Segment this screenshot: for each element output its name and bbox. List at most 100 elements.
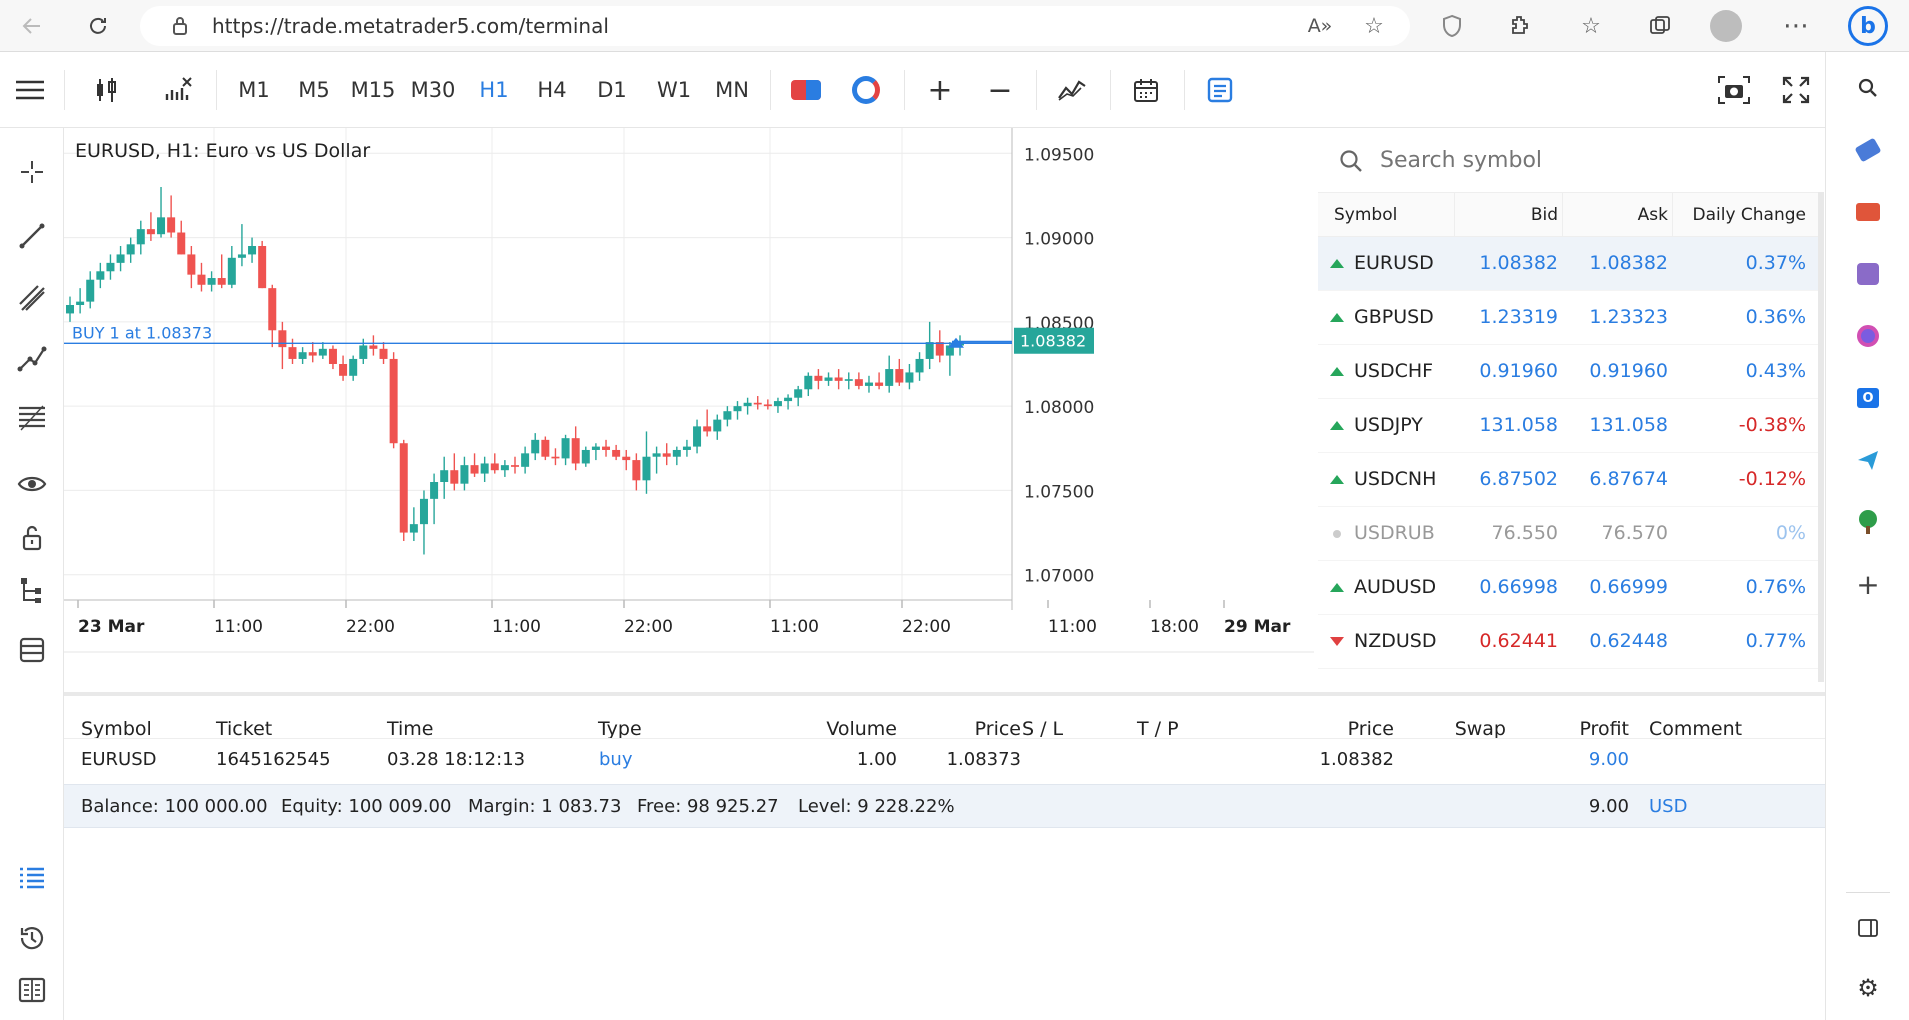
outlook-icon[interactable]: O xyxy=(1852,382,1884,414)
back-icon[interactable] xyxy=(16,10,48,42)
search-input[interactable] xyxy=(1380,142,1800,178)
read-aloud-icon[interactable]: A» xyxy=(1304,10,1336,42)
more-icon[interactable]: ⋯ xyxy=(1780,10,1812,42)
timeframe-d1[interactable]: D1 xyxy=(590,70,634,110)
collections-icon[interactable] xyxy=(1644,10,1676,42)
cell-ask: 76.570 xyxy=(1601,522,1668,544)
add-favorite-icon[interactable]: ☆ xyxy=(1358,10,1390,42)
office-icon[interactable] xyxy=(1852,320,1884,352)
header-ask[interactable]: Ask xyxy=(1638,205,1668,225)
market-watch-row[interactable]: USDJPY 131.058 131.058 -0.38% xyxy=(1318,399,1818,453)
one-click-trading-icon[interactable] xyxy=(784,70,828,110)
timeframe-h1[interactable]: H1 xyxy=(472,70,516,110)
zoom-out-button[interactable]: − xyxy=(978,70,1022,110)
timeframe-m1[interactable]: M1 xyxy=(232,70,276,110)
eye-icon[interactable] xyxy=(10,464,54,504)
market-watch-row[interactable]: USDCHF 0.91960 0.91960 0.43% xyxy=(1318,345,1818,399)
candle-body xyxy=(116,254,125,263)
menu-icon[interactable] xyxy=(8,70,52,110)
fibonacci-icon[interactable] xyxy=(10,398,54,438)
th-price[interactable]: Price xyxy=(975,718,1021,740)
history-icon[interactable] xyxy=(10,918,54,958)
timeframe-w1[interactable]: W1 xyxy=(652,70,696,110)
channel-icon[interactable] xyxy=(10,278,54,318)
fullscreen-icon[interactable] xyxy=(1774,70,1818,110)
th-tp[interactable]: T / P xyxy=(1137,718,1179,740)
sidebar-toggle-icon[interactable] xyxy=(1852,912,1884,944)
market-watch-row[interactable]: AUDUSD 0.66998 0.66999 0.76% xyxy=(1318,561,1818,615)
list-icon[interactable] xyxy=(10,858,54,898)
bing-icon[interactable]: b xyxy=(1848,6,1888,46)
screenshot-icon[interactable] xyxy=(1712,70,1756,110)
candle-body xyxy=(824,377,833,381)
y-tick-label: 1.07500 xyxy=(1024,482,1094,502)
add-icon[interactable]: + xyxy=(1852,568,1884,601)
timeframe-m30[interactable]: M30 xyxy=(408,70,458,110)
trade-panel-icon[interactable] xyxy=(1198,70,1242,110)
th-comment[interactable]: Comment xyxy=(1649,718,1742,740)
search-icon xyxy=(1338,148,1364,178)
th-profit[interactable]: Profit xyxy=(1579,718,1629,740)
settings-icon[interactable]: ⚙ xyxy=(1852,972,1884,1004)
market-watch-row[interactable]: EURUSD 1.08382 1.08382 0.37% xyxy=(1318,237,1818,291)
market-watch-scrollbar[interactable] xyxy=(1818,192,1824,682)
crosshair-icon[interactable] xyxy=(10,152,54,192)
chart-canvas[interactable]: 1.095001.090001.085001.080001.075001.070… xyxy=(64,128,1314,692)
th-swap[interactable]: Swap xyxy=(1455,718,1506,740)
candle-body xyxy=(915,358,924,373)
table-row[interactable]: EURUSD 1645162545 03.28 18:12:13 buy 1.0… xyxy=(64,738,1825,782)
th-volume[interactable]: Volume xyxy=(826,718,897,740)
chart-type-icon[interactable] xyxy=(84,70,128,110)
url-text[interactable]: https://trade.metatrader5.com/terminal xyxy=(212,14,609,38)
favorites-icon[interactable]: ☆ xyxy=(1575,10,1607,42)
shield-icon[interactable] xyxy=(1436,10,1468,42)
refresh-icon[interactable] xyxy=(82,10,114,42)
journal-icon[interactable] xyxy=(10,970,54,1010)
profile-icon[interactable] xyxy=(1710,10,1742,42)
unlock-icon[interactable] xyxy=(10,518,54,558)
extensions-icon[interactable] xyxy=(1504,10,1536,42)
indicator-lines-icon[interactable] xyxy=(1050,70,1094,110)
price-chart[interactable]: 1.09500 1.09000 1.08500 1.08000 1.07500 1.070… xyxy=(64,128,1314,692)
tree-icon[interactable] xyxy=(1852,506,1884,538)
cell-bid: 0.91960 xyxy=(1479,360,1558,382)
polyline-icon[interactable] xyxy=(10,338,54,378)
market-watch-row[interactable]: NZDUSD 0.62441 0.62448 0.77% xyxy=(1318,615,1818,669)
search-icon[interactable] xyxy=(1852,72,1884,104)
candle-body xyxy=(500,465,509,471)
th-sl[interactable]: S / L xyxy=(1022,718,1063,740)
th-time[interactable]: Time xyxy=(387,718,434,740)
send-icon[interactable] xyxy=(1852,444,1884,476)
th-price-current[interactable]: Price xyxy=(1348,718,1394,740)
address-bar[interactable]: https://trade.metatrader5.com/terminal A… xyxy=(140,6,1410,46)
market-watch-row[interactable]: USDRUB 76.550 76.570 0% xyxy=(1318,507,1818,561)
header-bid[interactable]: Bid xyxy=(1531,205,1558,225)
drawing-toolbar xyxy=(0,128,64,1020)
toolbox-icon[interactable] xyxy=(1852,196,1884,228)
games-icon[interactable] xyxy=(1852,258,1884,290)
calendar-icon[interactable] xyxy=(1124,70,1168,110)
object-tree-icon[interactable] xyxy=(10,570,54,610)
auto-trading-icon[interactable] xyxy=(844,70,888,110)
indicators-icon[interactable] xyxy=(156,70,200,110)
timeframe-mn[interactable]: MN xyxy=(710,70,754,110)
symbol-search[interactable] xyxy=(1318,128,1825,192)
current-price-label: 1.08382 xyxy=(1020,332,1086,351)
currency-text: USD xyxy=(1649,796,1688,817)
timeframe-m15[interactable]: M15 xyxy=(350,70,396,110)
trendline-icon[interactable] xyxy=(10,216,54,256)
layers-icon[interactable] xyxy=(10,630,54,670)
tag-icon[interactable] xyxy=(1852,134,1884,166)
header-symbol[interactable]: Symbol xyxy=(1334,205,1397,225)
th-ticket[interactable]: Ticket xyxy=(216,718,272,740)
timeframe-m5[interactable]: M5 xyxy=(292,70,336,110)
header-daily-change[interactable]: Daily Change xyxy=(1692,205,1806,225)
candle-body xyxy=(389,358,398,444)
lock-icon[interactable] xyxy=(164,10,196,42)
market-watch-row[interactable]: USDCNH 6.87502 6.87674 -0.12% xyxy=(1318,453,1818,507)
th-symbol[interactable]: Symbol xyxy=(81,718,152,740)
market-watch-row[interactable]: GBPUSD 1.23319 1.23323 0.36% xyxy=(1318,291,1818,345)
timeframe-h4[interactable]: H4 xyxy=(530,70,574,110)
zoom-in-button[interactable]: + xyxy=(918,70,962,110)
th-type[interactable]: Type xyxy=(598,718,642,740)
